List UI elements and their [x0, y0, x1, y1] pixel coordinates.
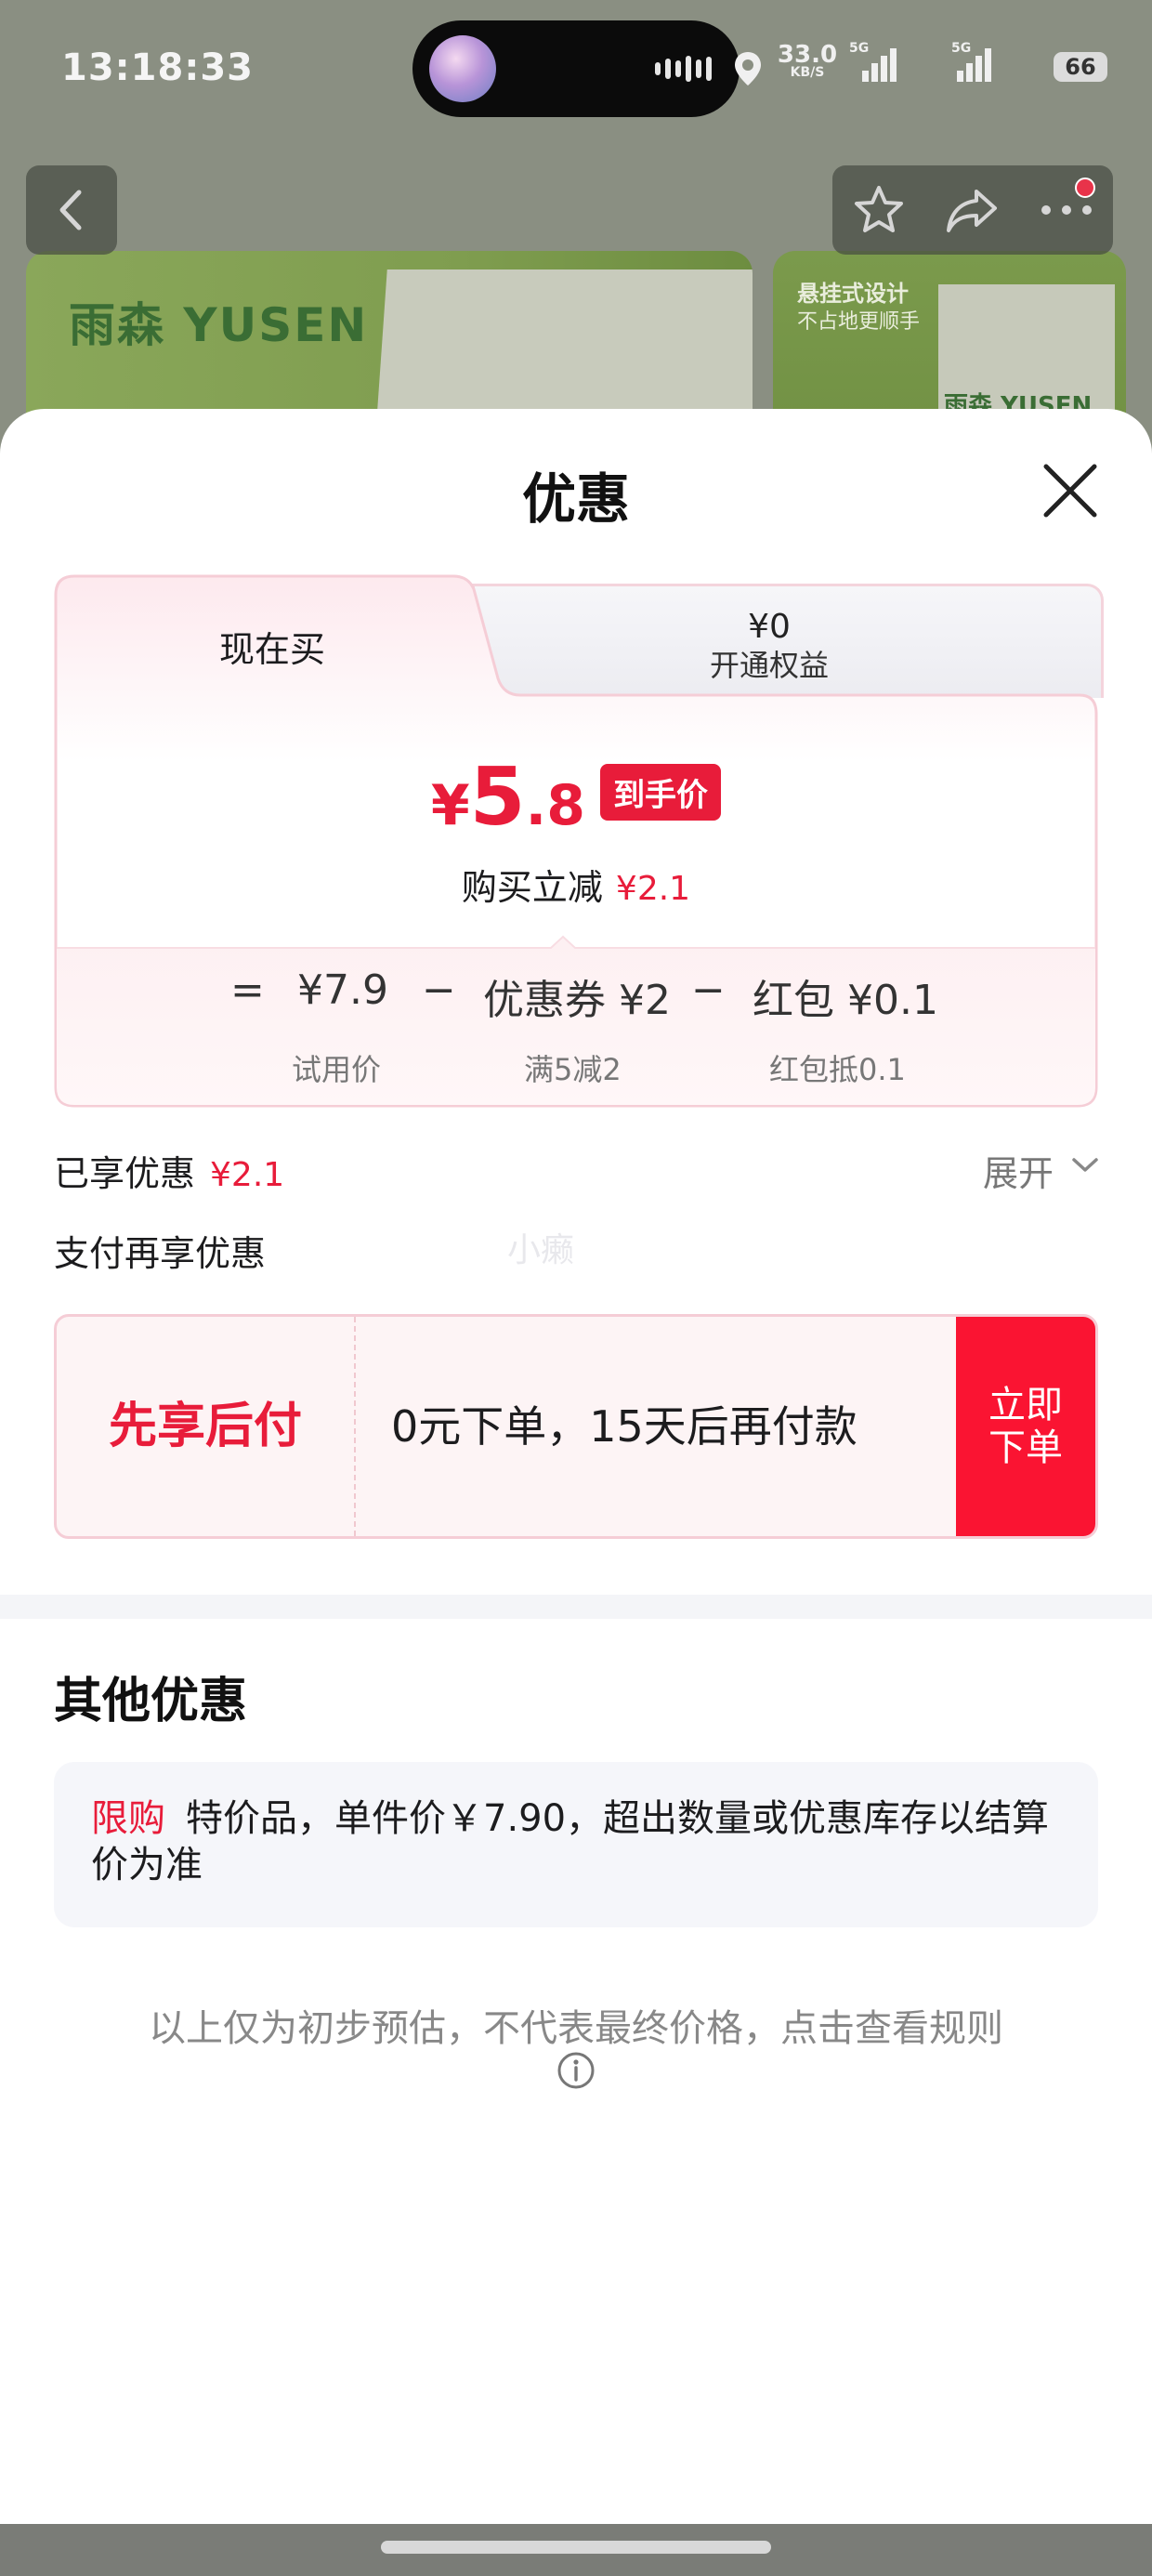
banner-brand: 雨森 YUSEN	[69, 298, 369, 352]
final-price-badge: 到手价	[600, 764, 722, 821]
purchase-limit-tag: 限购	[91, 1797, 165, 1840]
pay-more-discount-label: 支付再享优惠	[54, 1233, 267, 1274]
member-amount: ¥0	[748, 608, 791, 646]
instant-discount-amount: ¥2.1	[615, 870, 691, 908]
share-icon	[946, 190, 997, 232]
home-indicator[interactable]	[381, 2541, 771, 2554]
notification-dot	[1074, 177, 1095, 198]
section-separator	[0, 1595, 1152, 1619]
minus-sign-2: −	[691, 966, 726, 1014]
sheet-title: 优惠	[521, 467, 630, 531]
price-integer: 5	[469, 751, 526, 844]
status-time: 13:18:33	[61, 46, 254, 89]
dynamic-island[interactable]	[412, 20, 740, 117]
close-button[interactable]	[1037, 457, 1104, 524]
discount-sheet: 优惠 现在买 ¥0 开通权益 ¥5.8 到手价 购买立减 ¥2.1 = ¥7.9…	[0, 409, 1152, 2576]
more-dots-icon	[1041, 205, 1092, 215]
pay-later-divider	[354, 1317, 356, 1536]
pay-later-title: 先享后付	[108, 1399, 302, 1454]
pay-later-description: 0元下单，15天后再付款	[391, 1401, 857, 1452]
order-now-line2: 下单	[988, 1426, 1063, 1469]
trial-price-label: 试用价	[292, 1052, 382, 1087]
signal-label-2: 5G	[951, 41, 972, 56]
star-icon	[855, 186, 904, 232]
enjoyed-discount: 已享优惠 ¥2.1	[54, 1145, 284, 1196]
redpacket-discount: 红包 ¥0.1	[753, 977, 938, 1024]
info-icon[interactable]	[556, 2050, 596, 2091]
banner-side-subtitle: 不占地更顺手	[797, 310, 921, 334]
enjoyed-discount-amount: ¥2.1	[210, 1156, 285, 1194]
member-label: 开通权益	[709, 648, 829, 683]
minus-sign-1: −	[422, 966, 456, 1014]
price-estimate-note[interactable]: 以上仅为初步预估，不代表最终价格，点击查看规则	[0, 1998, 1152, 2052]
battery-indicator: 66	[1054, 52, 1107, 82]
price-currency: ¥	[430, 773, 470, 838]
trial-price: ¥7.9	[297, 966, 388, 1014]
purchase-limit-text: 特价品，单件价￥7.90，超出数量或优惠库存以结算价为准	[91, 1797, 1050, 1886]
watermark: 小癞	[507, 1231, 575, 1269]
chevron-left-icon	[59, 190, 82, 230]
price-card: 现在买 ¥0 开通权益 ¥5.8 到手价 购买立减 ¥2.1 = ¥7.9 − 优惠…	[54, 574, 1104, 1108]
redpacket-rule: 红包抵0.1	[769, 1052, 906, 1087]
instant-discount-label: 购买立减	[461, 867, 603, 908]
nav-actions	[832, 165, 1113, 255]
music-avatar	[429, 35, 496, 102]
other-discounts-title: 其他优惠	[54, 1674, 248, 1729]
banner-side-title: 悬挂式设计	[797, 281, 909, 307]
tab-member-benefit[interactable]: ¥0 开通权益	[537, 608, 1001, 684]
instant-discount: 购买立减 ¥2.1	[54, 859, 1098, 910]
back-button[interactable]	[26, 165, 117, 255]
final-price: ¥5.8 到手价	[54, 751, 1098, 844]
chevron-down-icon[interactable]	[1070, 1156, 1100, 1175]
coupon-rule: 满5减2	[524, 1052, 622, 1087]
purchase-limit-notice: 限购 特价品，单件价￥7.90，超出数量或优惠库存以结算价为准	[54, 1762, 1098, 1927]
order-now-button[interactable]: 立即 下单	[956, 1317, 1095, 1536]
enjoyed-discount-label: 已享优惠	[54, 1153, 196, 1194]
order-now-line1: 立即	[988, 1384, 1063, 1426]
pay-later-option[interactable]: 先享后付 0元下单，15天后再付款 立即 下单	[54, 1314, 1098, 1539]
tab-buy-now[interactable]: 现在买	[54, 621, 491, 672]
expand-button[interactable]: 展开	[983, 1145, 1054, 1196]
signal-label-1: 5G	[849, 41, 870, 56]
share-button[interactable]	[931, 168, 1015, 252]
equals-sign: =	[230, 966, 265, 1014]
coupon-discount: 优惠券 ¥2	[483, 977, 671, 1024]
price-breakdown: = ¥7.9 − 优惠券 ¥2 − 红包 ¥0.1 试用价 满5减2 红包抵0.…	[54, 946, 1098, 1106]
network-speed: 33.0 KB/S	[775, 43, 840, 80]
favorite-button[interactable]	[837, 168, 921, 252]
close-icon	[1043, 464, 1097, 518]
audio-wave-icon	[650, 56, 712, 82]
more-button[interactable]	[1025, 168, 1108, 252]
status-bar: 13:18:33 33.0 KB/S 5G 5G 66	[0, 0, 1152, 139]
price-decimal: .8	[525, 773, 586, 838]
location-icon	[735, 52, 761, 85]
